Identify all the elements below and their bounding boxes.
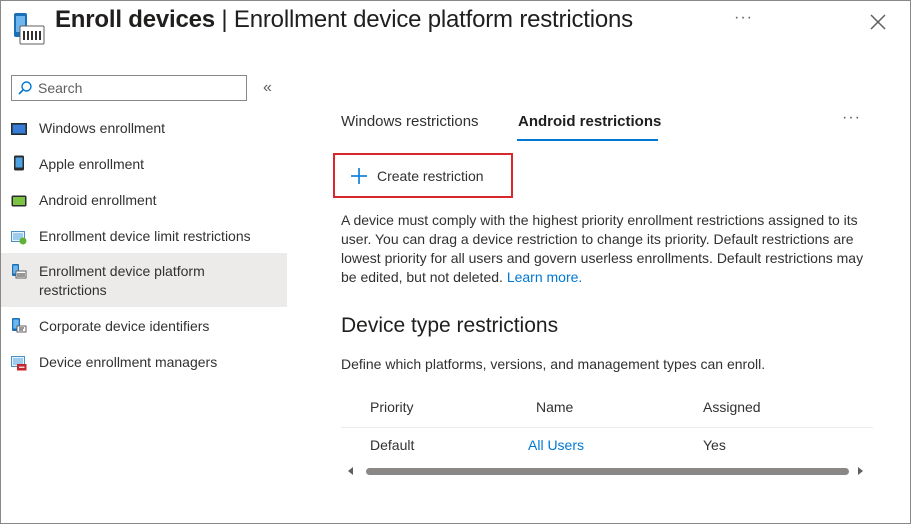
sidebar-item-windows-enrollment[interactable]: Windows enrollment xyxy=(1,111,287,147)
page-title-sub: | Enrollment device platform restriction… xyxy=(214,6,633,33)
sidebar-item-label: Device enrollment managers xyxy=(39,354,218,370)
learn-more-link[interactable]: Learn more. xyxy=(507,269,582,285)
close-icon[interactable] xyxy=(867,11,889,33)
plus-icon xyxy=(351,168,367,184)
sidebar-item-device-limit-restrictions[interactable]: Enrollment device limit restrictions xyxy=(1,219,287,255)
sidebar-item-label: Apple enrollment xyxy=(39,156,145,172)
device-enrollment-icon xyxy=(14,13,45,45)
android-device-icon xyxy=(11,195,27,207)
sidebar-item-platform-restrictions[interactable]: Enrollment device platform restrictions xyxy=(1,253,287,307)
cell-name-link[interactable]: All Users xyxy=(528,437,584,453)
window-frame: Enroll devices | Enrollment device platf… xyxy=(0,0,911,524)
device-limit-icon xyxy=(11,231,27,245)
sidebar-item-label: restrictions xyxy=(39,282,107,298)
sidebar-item-android-enrollment[interactable]: Android enrollment xyxy=(1,183,287,219)
apple-device-icon xyxy=(14,155,24,171)
enrollment-managers-icon xyxy=(11,356,27,371)
cell-priority: Default xyxy=(370,437,415,453)
column-header-name: Name xyxy=(536,399,574,415)
tabs-more-button[interactable]: ··· xyxy=(842,109,861,127)
create-restriction-button[interactable]: Create restriction xyxy=(333,153,513,198)
page-title: Enroll devices | Enrollment device platf… xyxy=(55,6,633,34)
column-header-assigned: Assigned xyxy=(703,399,761,415)
description-body: A device must comply with the highest pr… xyxy=(341,212,864,285)
scroll-left-icon[interactable] xyxy=(348,467,353,475)
create-restriction-label: Create restriction xyxy=(377,168,484,184)
sidebar-item-label: Corporate device identifiers xyxy=(39,318,210,334)
page-title-main: Enroll devices xyxy=(55,6,215,33)
platform-restrictions-icon xyxy=(12,264,27,279)
search-input[interactable] xyxy=(38,78,238,98)
horizontal-scrollbar[interactable] xyxy=(341,464,873,478)
description-text: A device must comply with the highest pr… xyxy=(341,211,881,287)
tab-windows-restrictions[interactable]: Windows restrictions xyxy=(341,113,479,130)
sidebar-item-corporate-identifiers[interactable]: Corporate device identifiers xyxy=(1,309,287,345)
cell-assigned: Yes xyxy=(703,437,726,453)
sidebar-item-apple-enrollment[interactable]: Apple enrollment xyxy=(1,147,287,183)
sidebar-item-label: Windows enrollment xyxy=(39,120,166,136)
active-tab-indicator xyxy=(517,139,658,141)
tab-android-restrictions[interactable]: Android restrictions xyxy=(518,113,661,130)
header-more-button[interactable]: ··· xyxy=(734,9,753,27)
corporate-identifiers-icon xyxy=(12,318,27,333)
section-title: Device type restrictions xyxy=(341,314,559,337)
search-icon xyxy=(18,81,32,95)
column-header-priority: Priority xyxy=(370,399,414,415)
sidebar-item-label: Enrollment device platform xyxy=(39,263,205,279)
section-subtitle: Define which platforms, versions, and ma… xyxy=(341,356,766,372)
sidebar-item-label: Android enrollment xyxy=(39,192,157,208)
table-header-divider xyxy=(341,427,873,428)
sidebar-item-enrollment-managers[interactable]: Device enrollment managers xyxy=(1,345,287,381)
collapse-sidebar-button[interactable]: « xyxy=(263,79,272,97)
scrollbar-thumb[interactable] xyxy=(366,468,849,475)
search-box[interactable] xyxy=(11,75,247,101)
windows-device-icon xyxy=(11,123,27,135)
sidebar-item-label: Enrollment device limit restrictions xyxy=(39,228,251,244)
scroll-right-icon[interactable] xyxy=(858,467,863,475)
